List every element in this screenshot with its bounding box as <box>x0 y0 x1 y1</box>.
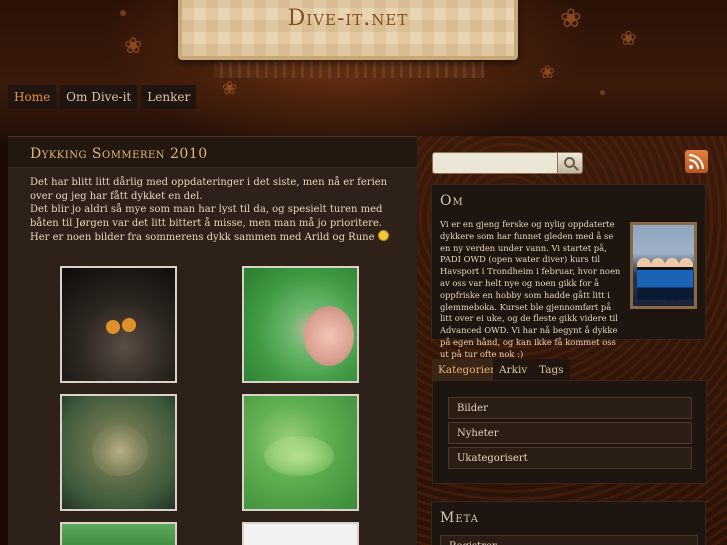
gallery-thumbnail[interactable] <box>242 522 359 545</box>
flower-ornament-icon: ❀ <box>222 78 238 99</box>
starfish-icon <box>122 318 136 332</box>
category-item-nyheter[interactable]: Nyheter <box>448 422 692 444</box>
meta-item-registrer[interactable]: Registrer <box>440 535 698 545</box>
rss-feed-button[interactable] <box>685 150 708 173</box>
categories-panel: Bilder Nyheter Ukategorisert <box>432 380 707 484</box>
category-item-ukategorisert[interactable]: Ukategorisert <box>448 447 692 469</box>
post-paragraph: Her er noen bilder fra sommerens dykk sa… <box>30 230 395 245</box>
diver-figure <box>679 258 693 300</box>
sea-urchin-icon <box>304 306 354 366</box>
nav-item-om-dive-it[interactable]: Om Dive-it <box>60 85 138 109</box>
about-widget: Om Vi er en gjeng ferske og nylig oppdat… <box>431 184 706 359</box>
diver-figure <box>651 258 665 300</box>
category-item-bilder[interactable]: Bilder <box>448 397 692 419</box>
rss-icon-arc <box>689 154 704 169</box>
flower-ornament-icon: ❀ <box>540 62 556 83</box>
post-paragraph: Det blir jo aldri så mye som man har lys… <box>30 204 383 229</box>
logo-ribbon <box>214 62 484 78</box>
about-title: Om <box>440 193 464 209</box>
site-title[interactable]: Dive-it.net <box>182 6 514 31</box>
main-nav: Home Om Dive-it Lenker <box>8 85 197 109</box>
gallery-thumbnail[interactable] <box>242 394 359 511</box>
flower-ornament-icon: ❀ <box>124 34 143 59</box>
diver-figure <box>665 258 679 300</box>
post-paragraph: Det har blitt litt dårlig med oppdaterin… <box>30 177 388 202</box>
tab-tags[interactable]: Tags <box>533 359 570 381</box>
decor-dot <box>120 10 126 16</box>
gallery-thumbnail[interactable] <box>60 394 177 511</box>
search-input[interactable] <box>432 152 558 174</box>
search-icon-handle <box>573 165 579 171</box>
gallery-thumbnail[interactable] <box>60 522 177 545</box>
starfish-icon <box>106 320 120 334</box>
site-logo[interactable]: Dive-it.net <box>178 0 518 60</box>
post-paragraph-text: Her er noen bilder fra sommerens dykk sa… <box>30 232 375 243</box>
nav-item-lenker[interactable]: Lenker <box>141 85 197 109</box>
post-header: Dykking Sommeren 2010 <box>8 137 417 168</box>
diver-figure <box>637 258 651 300</box>
seaweed-icon <box>264 436 334 476</box>
decor-dot <box>600 90 605 95</box>
flower-ornament-icon: ❀ <box>560 4 582 34</box>
tab-kategorier[interactable]: Kategorier <box>432 359 502 381</box>
about-text: Vi er en gjeng ferske og nylig oppdatert… <box>440 219 621 359</box>
gallery-thumbnail[interactable] <box>60 266 177 383</box>
meta-widget: Meta Registrer <box>431 501 706 545</box>
post-body: Det har blitt litt dårlig med oppdaterin… <box>8 168 417 245</box>
gallery-thumbnail[interactable] <box>242 266 359 383</box>
smiley-icon <box>377 230 389 241</box>
meta-title: Meta <box>440 510 479 526</box>
post-title[interactable]: Dykking Sommeren 2010 <box>30 146 208 162</box>
team-photo[interactable] <box>630 222 697 309</box>
search-button[interactable] <box>557 152 583 174</box>
flower-ornament-icon: ❀ <box>620 26 637 50</box>
tab-arkiv[interactable]: Arkiv <box>493 359 534 381</box>
nav-item-home[interactable]: Home <box>8 85 57 109</box>
crab-icon <box>92 426 148 476</box>
